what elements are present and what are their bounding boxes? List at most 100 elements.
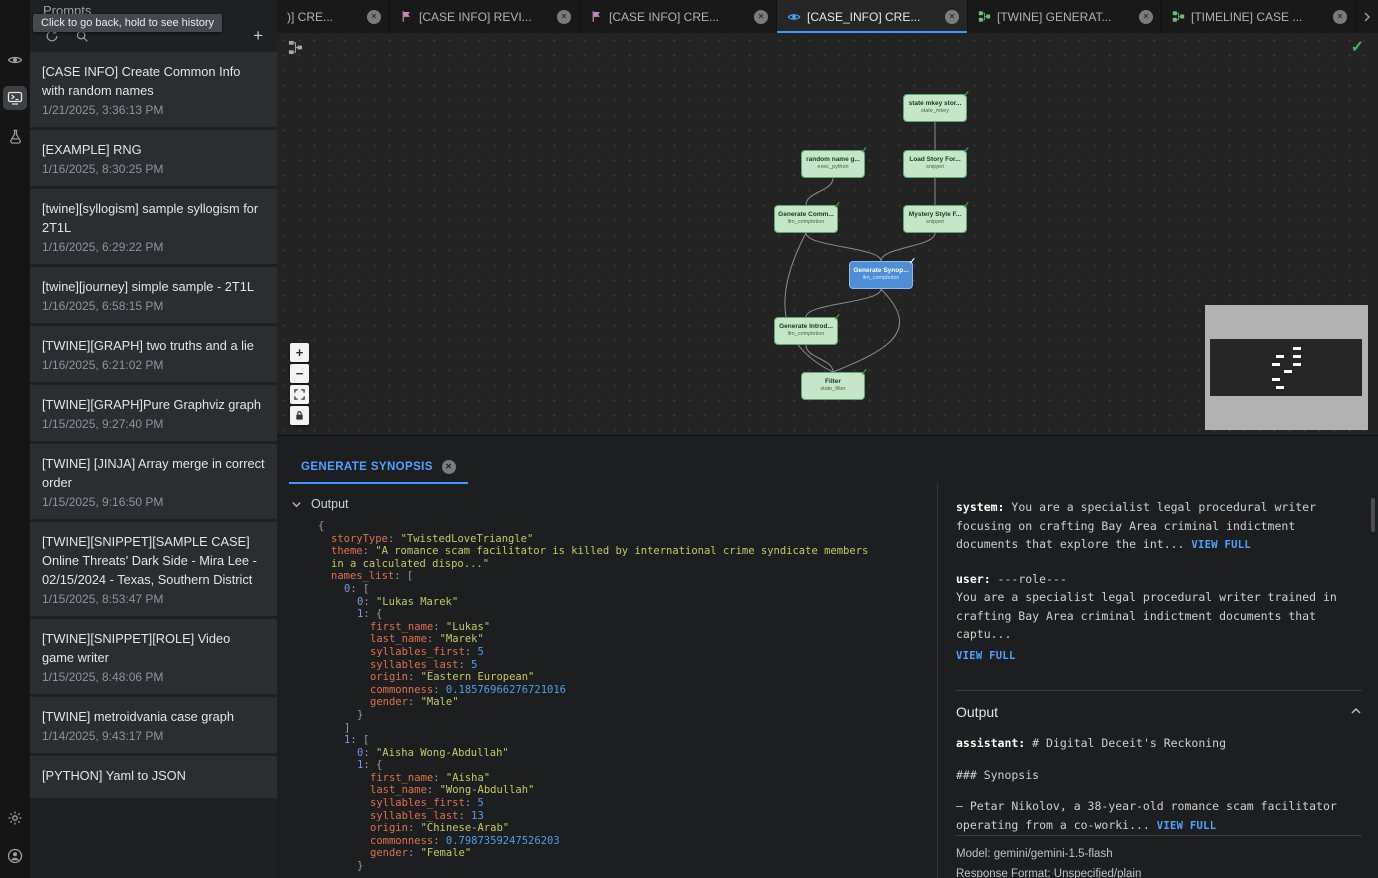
json-line: 1: { bbox=[318, 759, 877, 772]
eye-icon[interactable] bbox=[3, 48, 27, 72]
flag-icon bbox=[590, 10, 603, 23]
node-subtitle: snippet bbox=[904, 219, 966, 226]
bottom-tab-close-button[interactable]: ✕ bbox=[442, 460, 456, 474]
prompt-list-item[interactable]: [TWINE][SNIPPET][ROLE] Video game writer… bbox=[30, 619, 277, 694]
view-full-link[interactable]: VIEW FULL bbox=[1157, 820, 1217, 832]
json-line: last_name: "Wong-Abdullah" bbox=[318, 784, 877, 797]
node-title: Generate Introd... bbox=[775, 322, 837, 331]
account-icon[interactable] bbox=[3, 844, 27, 868]
zoom-in-button[interactable]: + bbox=[290, 343, 309, 362]
tab-generate-synopsis[interactable]: GENERATE SYNOPSIS ✕ bbox=[289, 451, 468, 484]
graph-node[interactable]: Load Story For...snippet✓ bbox=[903, 150, 967, 178]
prompt-date: 1/16/2025, 6:29:22 PM bbox=[42, 240, 265, 254]
message-role: system: bbox=[956, 500, 1011, 514]
zoom-out-button[interactable]: − bbox=[290, 364, 309, 383]
json-line: first_name: "Aisha" bbox=[318, 772, 877, 785]
bottom-panel: GENERATE SYNOPSIS ✕ Output {storyType: "… bbox=[277, 435, 1378, 878]
settings-gear-icon[interactable] bbox=[3, 806, 27, 830]
prompt-list-item[interactable]: [TWINE][GRAPH]Pure Graphviz graph1/15/20… bbox=[30, 385, 277, 441]
output-collapse-toggle[interactable]: Output bbox=[277, 484, 937, 518]
response-format-line: Response Format: Unspecified/plain bbox=[956, 864, 1362, 878]
json-line: { bbox=[318, 520, 877, 533]
tab-close-button[interactable]: ✕ bbox=[557, 10, 571, 24]
prompt-list-item[interactable]: [twine][journey] simple sample - 2T1L1/1… bbox=[30, 267, 277, 323]
tab-close-button[interactable]: ✕ bbox=[754, 10, 768, 24]
message-list: system: You are a specialist legal proce… bbox=[956, 498, 1362, 680]
editor-tab[interactable]: [TIMELINE] CASE ... ✕ bbox=[1162, 0, 1356, 33]
view-full-link[interactable]: VIEW FULL bbox=[956, 650, 1016, 662]
view-full-link[interactable]: VIEW FULL bbox=[1191, 539, 1251, 551]
editor-tabs: )] CRE...✕[CASE INFO] REVI...✕[CASE INFO… bbox=[277, 0, 1356, 33]
editor-tab[interactable]: [CASE_INFO] CRE...✕ bbox=[777, 0, 968, 33]
graph-canvas[interactable]: state mkey stor...state_mkey✓random name… bbox=[277, 33, 1378, 435]
output-label: Output bbox=[311, 497, 349, 511]
node-check-icon: ✓ bbox=[962, 89, 970, 100]
node-subtitle: llm_completion bbox=[775, 331, 837, 338]
editor-tab[interactable]: [CASE INFO] REVI... ✕ bbox=[390, 0, 580, 33]
json-line: } bbox=[318, 709, 877, 722]
message-text: You are a specialist legal procedural wr… bbox=[956, 500, 1323, 551]
prompt-date: 1/15/2025, 9:16:50 PM bbox=[42, 495, 265, 509]
graph-node[interactable]: Filterstate_filter✓ bbox=[801, 372, 865, 400]
prompts-icon[interactable] bbox=[3, 86, 27, 110]
json-line: ] bbox=[318, 722, 877, 735]
tab-overflow-chevron-icon[interactable] bbox=[1356, 0, 1378, 33]
tab-close-button[interactable]: ✕ bbox=[1333, 10, 1347, 24]
json-line: last_name: "Marek" bbox=[318, 633, 877, 646]
tab-close-button[interactable]: ✕ bbox=[1139, 10, 1153, 24]
editor-tab[interactable]: [TWINE] GENERAT...✕ bbox=[968, 0, 1162, 33]
assistant-body-text: — Petar Nikolov, a 38-year-old romance s… bbox=[956, 799, 1344, 832]
divider bbox=[956, 690, 1362, 691]
assistant-subheading: ### Synopsis bbox=[956, 766, 1362, 785]
tab-label: [TIMELINE] CASE ... bbox=[1191, 10, 1327, 24]
json-line: syllables_first: 5 bbox=[318, 646, 877, 659]
prompt-list-item[interactable]: [CASE INFO] Create Common Info with rand… bbox=[30, 52, 277, 127]
editor-tab[interactable]: )] CRE...✕ bbox=[277, 0, 390, 33]
add-prompt-button[interactable]: + bbox=[253, 29, 263, 43]
minimap-node bbox=[1276, 386, 1284, 389]
prompt-list-item[interactable]: [TWINE] metroidvania case graph1/14/2025… bbox=[30, 697, 277, 753]
prompt-date: 1/14/2025, 9:43:17 PM bbox=[42, 729, 265, 743]
graph-node[interactable]: Generate Introd...llm_completion✓ bbox=[774, 317, 838, 345]
prompt-title: [twine][journey] simple sample - 2T1L bbox=[42, 277, 265, 296]
graph-node[interactable]: Mystery Style F...snippet✓ bbox=[903, 205, 967, 233]
prompt-title: [EXAMPLE] RNG bbox=[42, 140, 265, 159]
flag-icon bbox=[400, 10, 413, 23]
output-collapse-up-icon[interactable] bbox=[1350, 704, 1362, 720]
lock-button[interactable] bbox=[290, 406, 309, 425]
auto-layout-icon[interactable] bbox=[288, 40, 303, 60]
json-output-panel: Output {storyType: "TwistedLoveTriangle"… bbox=[277, 484, 937, 878]
prompt-list-item[interactable]: [twine][syllogism] sample syllogism for … bbox=[30, 189, 277, 264]
model-line: Model: gemini/gemini-1.5-flash bbox=[956, 844, 1362, 864]
json-line: syllables_last: 5 bbox=[318, 659, 877, 672]
messages-scrollbar[interactable] bbox=[1371, 498, 1375, 532]
prompt-list-item[interactable]: [EXAMPLE] RNG1/16/2025, 8:30:25 PM bbox=[30, 130, 277, 186]
graph-node[interactable]: Generate Comm...llm_completion✓ bbox=[774, 205, 838, 233]
prompt-list-item[interactable]: [PYTHON] Yaml to JSON bbox=[30, 756, 277, 798]
back-tooltip: Click to go back, hold to see history bbox=[33, 14, 222, 32]
json-line: storyType: "TwistedLoveTriangle" bbox=[318, 533, 877, 546]
assistant-heading: # Digital Deceit's Reckoning bbox=[1032, 736, 1226, 750]
graph-node[interactable]: state mkey stor...state_mkey✓ bbox=[903, 94, 967, 122]
minimap-node bbox=[1272, 378, 1280, 381]
prompt-list-item[interactable]: [TWINE][GRAPH] two truths and a lie1/16/… bbox=[30, 326, 277, 382]
minimap[interactable] bbox=[1205, 305, 1368, 430]
tab-close-button[interactable]: ✕ bbox=[945, 10, 959, 24]
main-area: )] CRE...✕[CASE INFO] REVI...✕[CASE INFO… bbox=[277, 0, 1378, 878]
graph-node[interactable]: random name g...exec_python✓ bbox=[801, 150, 865, 178]
graph-node[interactable]: Generate Synop...llm_completion✓ bbox=[849, 261, 913, 289]
prompt-title: [CASE INFO] Create Common Info with rand… bbox=[42, 62, 265, 100]
node-subtitle: llm_completion bbox=[775, 219, 837, 226]
prompt-list-item[interactable]: [TWINE] [JINJA] Array merge in correct o… bbox=[30, 444, 277, 519]
graph-status-check-icon: ✓ bbox=[1351, 37, 1364, 57]
editor-tab[interactable]: [CASE INFO] CRE...✕ bbox=[580, 0, 777, 33]
node-check-icon: ✓ bbox=[962, 200, 970, 211]
prompt-title: [twine][syllogism] sample syllogism for … bbox=[42, 199, 265, 237]
prompt-title: [TWINE] [JINJA] Array merge in correct o… bbox=[42, 454, 265, 492]
tab-close-button[interactable]: ✕ bbox=[367, 10, 381, 24]
flask-icon[interactable] bbox=[3, 124, 27, 148]
fit-view-button[interactable] bbox=[290, 385, 309, 404]
prompt-list-item[interactable]: [TWINE][SNIPPET][SAMPLE CASE] Online Thr… bbox=[30, 522, 277, 616]
assistant-heading-line: assistant: # Digital Deceit's Reckoning bbox=[956, 734, 1362, 753]
tab-label: [CASE INFO] REVI... bbox=[419, 10, 551, 24]
